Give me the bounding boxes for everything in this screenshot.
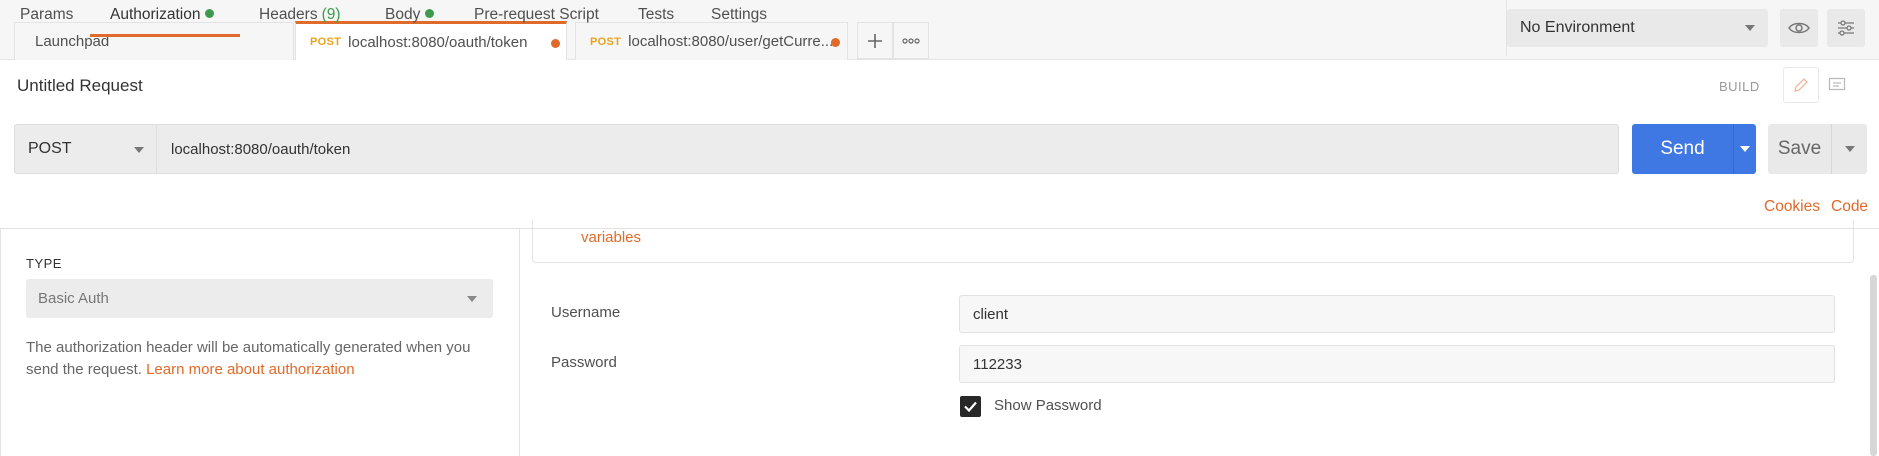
pencil-icon bbox=[1794, 78, 1808, 92]
tab-settings[interactable]: Settings bbox=[711, 6, 767, 37]
username-label: Username bbox=[551, 304, 621, 321]
more-tabs-button[interactable] bbox=[893, 22, 929, 59]
show-password-checkbox[interactable] bbox=[960, 396, 981, 417]
learn-more-authorization-link[interactable]: Learn more about authorization bbox=[146, 361, 354, 378]
tab-tests[interactable]: Tests bbox=[638, 6, 674, 37]
new-tab-button[interactable] bbox=[857, 22, 893, 59]
tab-headers-label: Headers bbox=[259, 6, 318, 23]
build-mode-label[interactable]: BUILD bbox=[1719, 79, 1760, 94]
tab-settings-label: Settings bbox=[711, 6, 768, 23]
headers-count-badge: (9) bbox=[321, 6, 341, 23]
ellipsis-icon bbox=[902, 37, 920, 44]
send-options-dropdown[interactable] bbox=[1733, 124, 1756, 174]
tab-authorization-label: Authorization bbox=[110, 6, 201, 23]
edit-request-button[interactable] bbox=[1783, 67, 1819, 103]
cookies-link[interactable]: Cookies bbox=[1764, 198, 1820, 216]
chevron-down-icon bbox=[134, 147, 144, 153]
save-button[interactable]: Save bbox=[1768, 124, 1831, 174]
comment-icon bbox=[1828, 77, 1846, 91]
environment-select[interactable]: No Environment bbox=[1507, 9, 1768, 47]
tab-method-badge: POST bbox=[310, 36, 342, 48]
url-input-value: localhost:8080/oauth/token bbox=[171, 140, 351, 158]
password-field[interactable]: 112233 bbox=[959, 345, 1835, 383]
comments-button[interactable] bbox=[1819, 67, 1855, 103]
code-link[interactable]: Code bbox=[1831, 198, 1868, 216]
unsaved-dot-icon bbox=[831, 38, 840, 47]
auth-type-select[interactable]: Basic Auth bbox=[26, 279, 493, 318]
tab-authorization[interactable]: Authorization bbox=[90, 6, 240, 37]
manage-environments-button[interactable] bbox=[1827, 9, 1865, 47]
auth-description: The authorization header will be automat… bbox=[26, 337, 486, 381]
auth-type-value: Basic Auth bbox=[38, 290, 109, 307]
auth-type-label: TYPE bbox=[26, 256, 62, 271]
active-indicator-icon bbox=[425, 9, 435, 18]
plus-icon bbox=[868, 33, 882, 48]
show-password-label[interactable]: Show Password bbox=[994, 397, 1102, 414]
username-value: client bbox=[973, 305, 1009, 323]
password-value: 112233 bbox=[973, 355, 1022, 373]
variables-info-box bbox=[532, 220, 1854, 263]
tab-pre-request-label: Pre-request Script bbox=[474, 6, 599, 23]
password-label: Password bbox=[551, 354, 617, 371]
vertical-scrollbar[interactable] bbox=[1870, 275, 1877, 456]
chevron-down-icon bbox=[467, 296, 477, 302]
eye-icon bbox=[1788, 22, 1810, 34]
http-method-value: POST bbox=[28, 140, 72, 157]
tab-tests-label: Tests bbox=[638, 6, 675, 23]
checkmark-icon bbox=[964, 401, 977, 413]
send-button[interactable]: Send bbox=[1632, 124, 1733, 174]
tab-params-label: Params bbox=[20, 6, 74, 23]
chevron-down-icon bbox=[1745, 25, 1755, 31]
environment-select-value: No Environment bbox=[1520, 19, 1635, 36]
tab-params[interactable]: Params bbox=[20, 6, 73, 37]
environment-quick-look-button[interactable] bbox=[1780, 9, 1818, 47]
url-input[interactable]: localhost:8080/oauth/token bbox=[157, 124, 1619, 174]
tab-body[interactable]: Body bbox=[385, 6, 435, 37]
active-indicator-icon bbox=[205, 9, 215, 18]
tab-body-label: Body bbox=[385, 6, 421, 23]
tab-headers[interactable]: Headers (9) bbox=[259, 6, 341, 37]
save-options-dropdown[interactable] bbox=[1831, 124, 1867, 174]
username-field[interactable]: client bbox=[959, 295, 1835, 333]
http-method-select[interactable]: POST bbox=[14, 124, 157, 174]
tab-pre-request-script[interactable]: Pre-request Script bbox=[474, 6, 599, 37]
tab-method-badge: POST bbox=[590, 35, 622, 48]
unsaved-dot-icon bbox=[551, 39, 560, 48]
variables-link[interactable]: variables bbox=[581, 229, 641, 246]
sliders-icon bbox=[1838, 20, 1854, 36]
request-title[interactable]: Untitled Request bbox=[17, 76, 143, 96]
